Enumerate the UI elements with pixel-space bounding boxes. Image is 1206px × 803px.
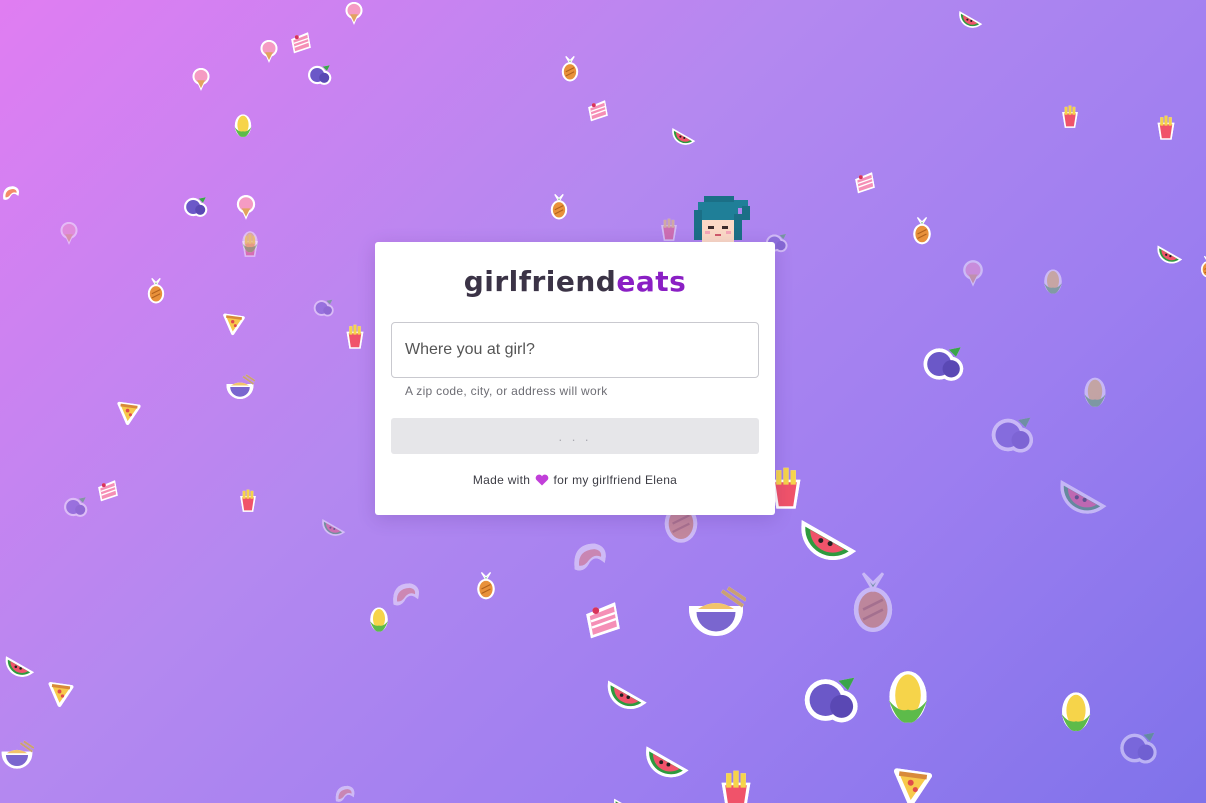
watermelon-icon <box>604 672 648 716</box>
location-field[interactable] <box>391 322 759 378</box>
corn-icon <box>364 606 394 636</box>
corn-icon <box>1052 690 1100 738</box>
watermelon-icon <box>796 508 858 570</box>
pizza-icon <box>890 762 936 803</box>
watermelon-icon <box>1056 470 1108 522</box>
pizza-icon <box>115 398 143 426</box>
footer-prefix: Made with <box>472 473 531 487</box>
cake-icon <box>579 595 627 643</box>
pineapple-icon <box>840 570 906 636</box>
corn-icon <box>1038 268 1068 298</box>
location-input[interactable] <box>405 341 745 359</box>
shrimp-icon <box>568 537 612 581</box>
bowl-icon <box>686 582 746 642</box>
blueberry-icon <box>182 193 210 221</box>
shrimp-icon <box>332 782 358 803</box>
ice-cream-icon <box>56 220 82 246</box>
purple-heart-icon <box>535 474 549 489</box>
corn-icon <box>229 113 257 141</box>
cake-icon <box>584 96 612 124</box>
fries-icon <box>1057 103 1083 129</box>
search-submit-button[interactable]: . . . <box>391 418 759 454</box>
blueberry-icon <box>306 61 334 89</box>
blueberry-icon <box>1117 726 1161 770</box>
ice-cream-icon <box>256 38 282 64</box>
ice-cream-icon <box>958 258 988 288</box>
shrimp-icon <box>0 183 22 205</box>
watermelon-icon <box>320 514 346 540</box>
fries-icon <box>341 322 369 350</box>
blueberry-icon <box>920 340 968 388</box>
fries-icon <box>712 766 760 803</box>
logo-text-eats: eats <box>616 265 687 298</box>
blueberry-icon <box>800 668 864 732</box>
search-card: girlfriendeats A zip code, city, or addr… <box>375 242 775 515</box>
pixel-girl-icon <box>684 192 754 244</box>
watermelon-icon <box>612 794 636 803</box>
pineapple-icon <box>1196 255 1206 279</box>
bowl-icon <box>225 372 255 402</box>
blueberry-icon <box>988 410 1038 460</box>
cake-icon <box>94 476 122 504</box>
pineapple-icon <box>907 216 937 246</box>
cake-icon <box>287 28 315 56</box>
pineapple-icon <box>142 277 170 305</box>
watermelon-icon <box>3 650 35 682</box>
logo-text-girlfriend: girlfriend <box>463 265 617 298</box>
pizza-icon <box>46 678 76 708</box>
watermelon-icon <box>670 123 696 149</box>
pineapple-icon <box>545 193 573 221</box>
location-helper-text: A zip code, city, or address will work <box>405 384 608 398</box>
footer-credit: Made with for my girlfriend Elena <box>391 473 759 489</box>
watermelon-icon <box>1155 240 1183 268</box>
ice-cream-icon <box>232 193 260 221</box>
ice-cream-icon <box>341 0 367 26</box>
footer-suffix: for my girlfriend Elena <box>553 473 678 487</box>
pizza-icon <box>221 310 247 336</box>
ice-cream-icon <box>188 66 214 92</box>
fries-icon <box>1152 113 1180 141</box>
blueberry-icon <box>62 493 90 521</box>
blueberry-icon <box>312 296 336 320</box>
fries-icon <box>656 216 682 242</box>
bowl-icon <box>0 738 34 772</box>
app-logo: girlfriendeats <box>391 264 759 300</box>
corn-icon <box>876 668 940 732</box>
fries-icon <box>235 487 261 513</box>
watermelon-icon <box>642 737 690 785</box>
pineapple-icon <box>471 571 501 601</box>
cake-icon <box>851 168 879 196</box>
pineapple-icon <box>556 55 584 83</box>
corn-icon <box>237 230 263 256</box>
corn-icon <box>1077 376 1113 412</box>
watermelon-icon <box>957 6 983 32</box>
